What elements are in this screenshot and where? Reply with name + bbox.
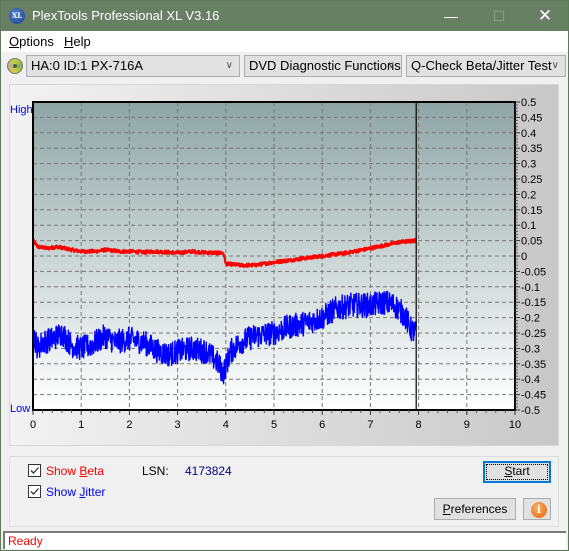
y-tick-label: -0.35 (521, 359, 546, 371)
status-text: Ready (8, 534, 43, 548)
x-axis: 0 1 2 3 4 5 6 7 8 9 10 (30, 410, 521, 431)
x-tick-label: 8 (416, 419, 422, 431)
y-tick-label: 0.05 (521, 236, 542, 248)
y-tick-label: -0.05 (521, 266, 546, 278)
x-tick-label: 5 (271, 419, 277, 431)
controls-panel: Show Beta Show Jitter LSN: 4173824 Start… (9, 456, 559, 527)
menu-help-accel: H (64, 34, 74, 49)
preferences-button[interactable]: Preferences (434, 498, 516, 520)
chart-panel: High Low 0 1 2 3 4 5 6 7 8 9 10 0.5 0.45 0.4 0.35 0.3 0… (9, 84, 559, 446)
app-logo-icon: XL (9, 8, 25, 24)
show-jitter-text-rest: itter (85, 485, 106, 499)
y-tick-label: 0.35 (521, 143, 542, 155)
menu-help-label: elp (73, 34, 91, 49)
title-bar: XL PlexTools Professional XL V3.16 — ☐ ✕ (1, 1, 568, 31)
show-beta-label[interactable]: Show Beta (46, 464, 104, 478)
x-tick-label: 2 (126, 419, 132, 431)
preferences-label: references (450, 502, 508, 516)
focus-rect (486, 464, 548, 480)
toolbar: HA:0 ID:1 PX-716A ∨ DVD Diagnostic Funct… (1, 52, 568, 80)
y-tick-label: -0.5 (521, 405, 540, 417)
maximize-button[interactable]: ☐ (476, 1, 522, 31)
app-window: XL PlexTools Professional XL V3.16 — ☐ ✕… (0, 0, 569, 551)
x-tick-label: 6 (319, 419, 325, 431)
y-tick-label: 0.3 (521, 159, 536, 171)
y-tick-label: -0.3 (521, 343, 540, 355)
y-tick-label: 0.1 (521, 220, 536, 232)
y-tick-label: 0.45 (521, 112, 542, 124)
show-beta-text-rest: eta (87, 464, 105, 478)
disc-icon (7, 58, 23, 74)
show-jitter-label[interactable]: Show Jitter (46, 485, 105, 499)
menu-bar: Options Help (1, 31, 568, 52)
y-tick-label: -0.2 (521, 313, 540, 325)
start-button[interactable]: Start (483, 461, 551, 483)
x-tick-label: 0 (30, 419, 36, 431)
y-tick-label: -0.1 (521, 282, 540, 294)
drive-select-value: HA:0 ID:1 PX-716A (31, 58, 143, 73)
x-tick-label: 7 (367, 419, 373, 431)
y-tick-label: -0.15 (521, 297, 546, 309)
info-button[interactable]: i (523, 498, 551, 520)
chevron-down-icon: ∨ (551, 60, 559, 71)
show-beta-checkbox[interactable] (28, 464, 41, 477)
x-tick-label: 4 (223, 419, 229, 431)
menu-options-label: ptions (19, 34, 54, 49)
minimize-button[interactable]: — (428, 1, 474, 31)
lsn-value: 4173824 (185, 464, 232, 478)
menu-options[interactable]: Options (9, 34, 54, 49)
show-jitter-checkbox[interactable] (28, 485, 41, 498)
y-tick-label: -0.25 (521, 328, 546, 340)
window-title: PlexTools Professional XL V3.16 (32, 8, 220, 23)
y-tick-label: -0.45 (521, 390, 546, 402)
close-button[interactable]: ✕ (522, 1, 568, 31)
function-select[interactable]: DVD Diagnostic Functions ∨ (244, 55, 402, 77)
checkmark-icon (30, 488, 39, 495)
y-tick-label: -0.4 (521, 374, 540, 386)
y-tick-label: 0 (521, 251, 527, 263)
y-axis: 0.5 0.45 0.4 0.35 0.3 0.25 0.2 0.15 0.1 0.05 0 -0.0… (515, 97, 546, 417)
menu-help[interactable]: Help (64, 34, 91, 49)
y-tick-label: 0.15 (521, 205, 542, 217)
beta-jitter-chart: High Low 0 1 2 3 4 5 6 7 8 9 10 0.50.450.40.350.30… (10, 97, 546, 431)
y-label-low: Low (10, 403, 30, 415)
test-select[interactable]: Q-Check Beta/Jitter Test ∨ (406, 55, 566, 77)
chevron-down-icon: ∨ (387, 60, 395, 71)
chevron-down-icon: ∨ (225, 60, 233, 71)
y-tick-label: 0.5 (521, 97, 536, 109)
show-jitter-text: Show (46, 485, 80, 499)
x-tick-label: 9 (464, 419, 470, 431)
x-tick-label: 1 (78, 419, 84, 431)
status-bar: Ready (3, 531, 566, 549)
y-tick-label: 0.4 (521, 128, 536, 140)
info-icon: i (531, 502, 547, 518)
y-tick-label: 0.2 (521, 189, 536, 201)
grid-lines (33, 102, 515, 410)
checkmark-icon (30, 467, 39, 474)
y-label-high: High (10, 104, 33, 116)
x-tick-label: 10 (509, 419, 521, 431)
lsn-label: LSN: (142, 464, 169, 478)
drive-select[interactable]: HA:0 ID:1 PX-716A ∨ (26, 55, 240, 77)
test-select-value: Q-Check Beta/Jitter Test (411, 58, 552, 73)
show-beta-text: Show (46, 464, 80, 478)
x-tick-label: 3 (175, 419, 181, 431)
y-tick-label: 0.25 (521, 174, 542, 186)
function-select-value: DVD Diagnostic Functions (249, 58, 401, 73)
preferences-accel: P (442, 502, 451, 516)
menu-options-accel: O (9, 34, 20, 49)
